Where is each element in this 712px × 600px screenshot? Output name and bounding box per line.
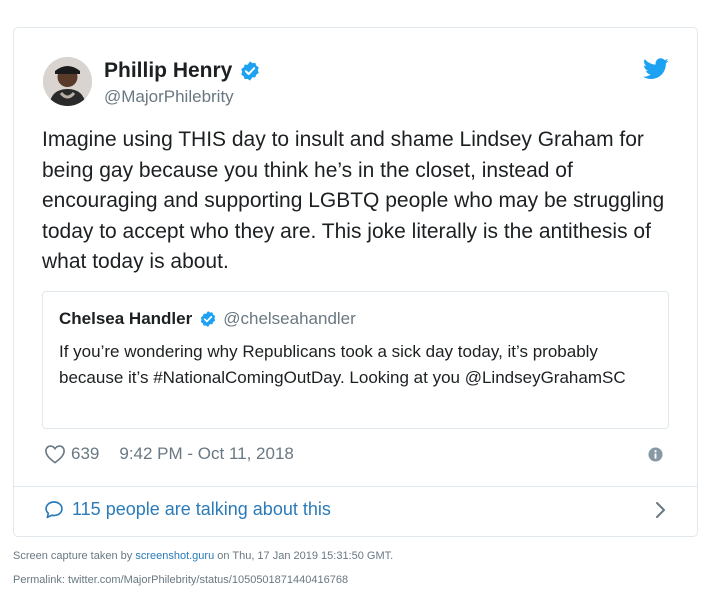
capture-prefix: Screen capture taken by: [13, 550, 133, 562]
avatar[interactable]: [43, 57, 92, 106]
tweet-card: Phillip Henry @MajorPhilebrity Imagine u…: [13, 27, 698, 537]
author-handle[interactable]: @MajorPhilebrity: [104, 87, 234, 107]
chevron-right-icon[interactable]: [654, 501, 666, 519]
verified-badge-icon: [201, 311, 216, 327]
author-name-text: Phillip Henry: [104, 59, 233, 82]
verified-badge-icon: [241, 61, 260, 81]
heart-icon[interactable]: [44, 444, 66, 464]
like-count[interactable]: 639: [71, 444, 99, 464]
permalink[interactable]: Permalink: twitter.com/MajorPhilebrity/s…: [13, 574, 348, 586]
capture-suffix: on Thu, 17 Jan 2019 15:31:50 GMT.: [217, 550, 394, 562]
divider: [14, 486, 697, 487]
talking-label: 115 people are talking about this: [72, 499, 331, 519]
capture-note: Screen capture taken by screenshot.guru …: [13, 550, 393, 562]
tweet-timestamp[interactable]: 9:42 PM - Oct 11, 2018: [119, 444, 294, 464]
quoted-author-handle[interactable]: @chelseahandler: [223, 309, 356, 329]
screenshot-guru-link[interactable]: screenshot.guru: [135, 550, 214, 562]
info-icon[interactable]: [648, 447, 663, 462]
author-name[interactable]: Phillip Henry: [104, 59, 261, 83]
quoted-tweet-header: Chelsea Handler @chelseahandler: [59, 309, 356, 329]
tweet-meta: 639 9:42 PM - Oct 11, 2018: [44, 444, 294, 464]
twitter-bird-icon[interactable]: [643, 58, 669, 80]
speech-bubble-icon: [45, 501, 63, 519]
quoted-tweet-text: If you’re wondering why Republicans took…: [59, 342, 626, 387]
quoted-tweet[interactable]: Chelsea Handler @chelseahandler If you’r…: [42, 291, 669, 429]
tweet-text: Imagine using THIS day to insult and sha…: [42, 128, 665, 273]
quoted-author-name[interactable]: Chelsea Handler: [59, 309, 192, 329]
talking-link[interactable]: 115 people are talking about this: [44, 499, 331, 520]
